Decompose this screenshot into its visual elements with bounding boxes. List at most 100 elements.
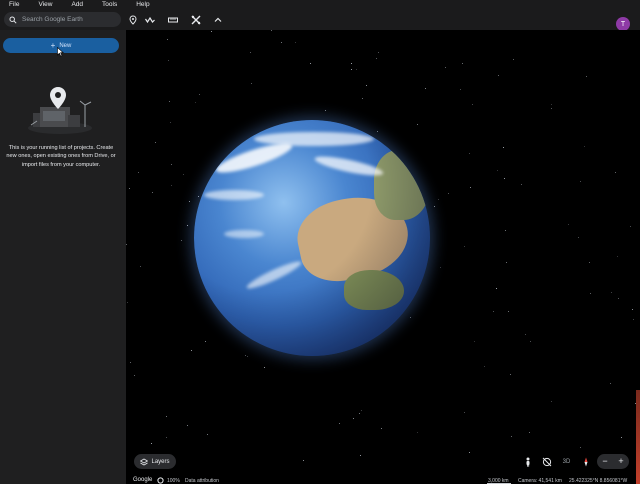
- search-box[interactable]: Search Google Earth: [4, 12, 121, 27]
- loading-ring-icon: [157, 477, 164, 484]
- menu-help[interactable]: Help: [136, 0, 149, 10]
- status-bar: Google 100% Data attribution 3,000 km Ca…: [126, 477, 640, 484]
- star: [551, 401, 552, 402]
- add-placemark-button[interactable]: [126, 13, 140, 27]
- star: [199, 94, 200, 95]
- draw-path-button[interactable]: [143, 13, 157, 27]
- star: [633, 319, 634, 320]
- load-percent: 100%: [167, 478, 180, 484]
- zoom-in-button[interactable]: +: [618, 457, 623, 466]
- star: [362, 98, 363, 99]
- avatar[interactable]: T: [616, 17, 630, 31]
- star: [586, 76, 587, 77]
- star: [361, 410, 362, 411]
- star: [510, 374, 511, 375]
- star: [205, 341, 206, 342]
- collapse-toolbar-button[interactable]: [211, 13, 225, 27]
- star: [493, 311, 494, 312]
- zoom-out-button[interactable]: −: [602, 457, 607, 466]
- menu-add[interactable]: Add: [71, 0, 83, 10]
- star: [187, 225, 188, 226]
- street-view-button[interactable]: [520, 454, 535, 469]
- star: [632, 309, 633, 310]
- star: [630, 226, 631, 227]
- star: [356, 69, 357, 70]
- star: [460, 89, 461, 90]
- star: [508, 311, 509, 312]
- menu-tools[interactable]: Tools: [102, 0, 117, 10]
- star: [417, 432, 418, 433]
- projects-tool-button[interactable]: [189, 13, 203, 27]
- star: [474, 341, 475, 342]
- globe-viewport[interactable]: Layers 3D − + Google 100% Data attributi…: [126, 30, 640, 484]
- no-rotate-icon: [542, 457, 551, 466]
- menu-view[interactable]: View: [38, 0, 52, 10]
- star: [530, 341, 531, 342]
- star: [464, 246, 465, 247]
- measure-button[interactable]: [166, 13, 180, 27]
- star: [281, 42, 282, 43]
- star: [618, 298, 619, 299]
- star: [484, 366, 485, 367]
- star: [181, 240, 182, 241]
- star: [325, 110, 326, 111]
- menu-bar: File View Add Tools Help: [0, 0, 640, 10]
- star: [166, 416, 167, 417]
- star: [167, 39, 168, 40]
- star: [191, 350, 192, 351]
- star: [245, 355, 246, 356]
- compass-button[interactable]: [578, 454, 593, 469]
- star: [469, 153, 470, 154]
- star: [211, 31, 212, 32]
- zoom-controls: − +: [597, 454, 629, 469]
- empty-projects-illustration: [28, 87, 92, 134]
- star: [498, 75, 499, 76]
- star: [250, 52, 251, 53]
- layers-button[interactable]: Layers: [134, 454, 176, 469]
- star: [445, 67, 446, 68]
- star: [511, 436, 512, 437]
- menu-file[interactable]: File: [9, 0, 19, 10]
- search-placeholder: Search Google Earth: [22, 16, 83, 23]
- pin-icon: [129, 15, 137, 25]
- star: [310, 63, 311, 64]
- star: [140, 266, 141, 267]
- camera-altitude: Camera: 41,541 km: [518, 478, 562, 484]
- data-attribution-link[interactable]: Data attribution: [185, 478, 219, 484]
- star: [189, 201, 190, 202]
- compass-icon: [584, 457, 587, 466]
- star: [351, 63, 352, 64]
- star: [417, 124, 418, 125]
- projects-icon: [191, 15, 201, 25]
- star: [425, 88, 426, 89]
- star: [170, 122, 171, 123]
- toggle-rotation-button[interactable]: [539, 454, 554, 469]
- star: [615, 172, 616, 173]
- star: [410, 317, 411, 318]
- star: [580, 447, 581, 448]
- star: [464, 412, 465, 413]
- star: [247, 356, 248, 357]
- star: [525, 334, 526, 335]
- edge-color-bar: [636, 390, 640, 484]
- path-icon: [145, 16, 155, 24]
- star: [377, 131, 378, 132]
- earth-globe[interactable]: [194, 120, 430, 356]
- star: [187, 425, 188, 426]
- star: [138, 172, 139, 173]
- star: [359, 413, 360, 414]
- star: [610, 383, 611, 384]
- chevron-up-icon: [214, 17, 222, 22]
- star: [295, 42, 296, 43]
- star: [448, 193, 449, 194]
- view-mode-3d-button[interactable]: 3D: [559, 454, 574, 469]
- star: [438, 199, 439, 200]
- star: [351, 69, 352, 70]
- star: [568, 224, 569, 225]
- mouse-cursor-icon: [57, 47, 64, 57]
- star: [134, 375, 135, 376]
- layers-icon: [140, 458, 149, 465]
- star: [551, 108, 552, 109]
- star: [378, 52, 379, 53]
- star: [470, 187, 471, 188]
